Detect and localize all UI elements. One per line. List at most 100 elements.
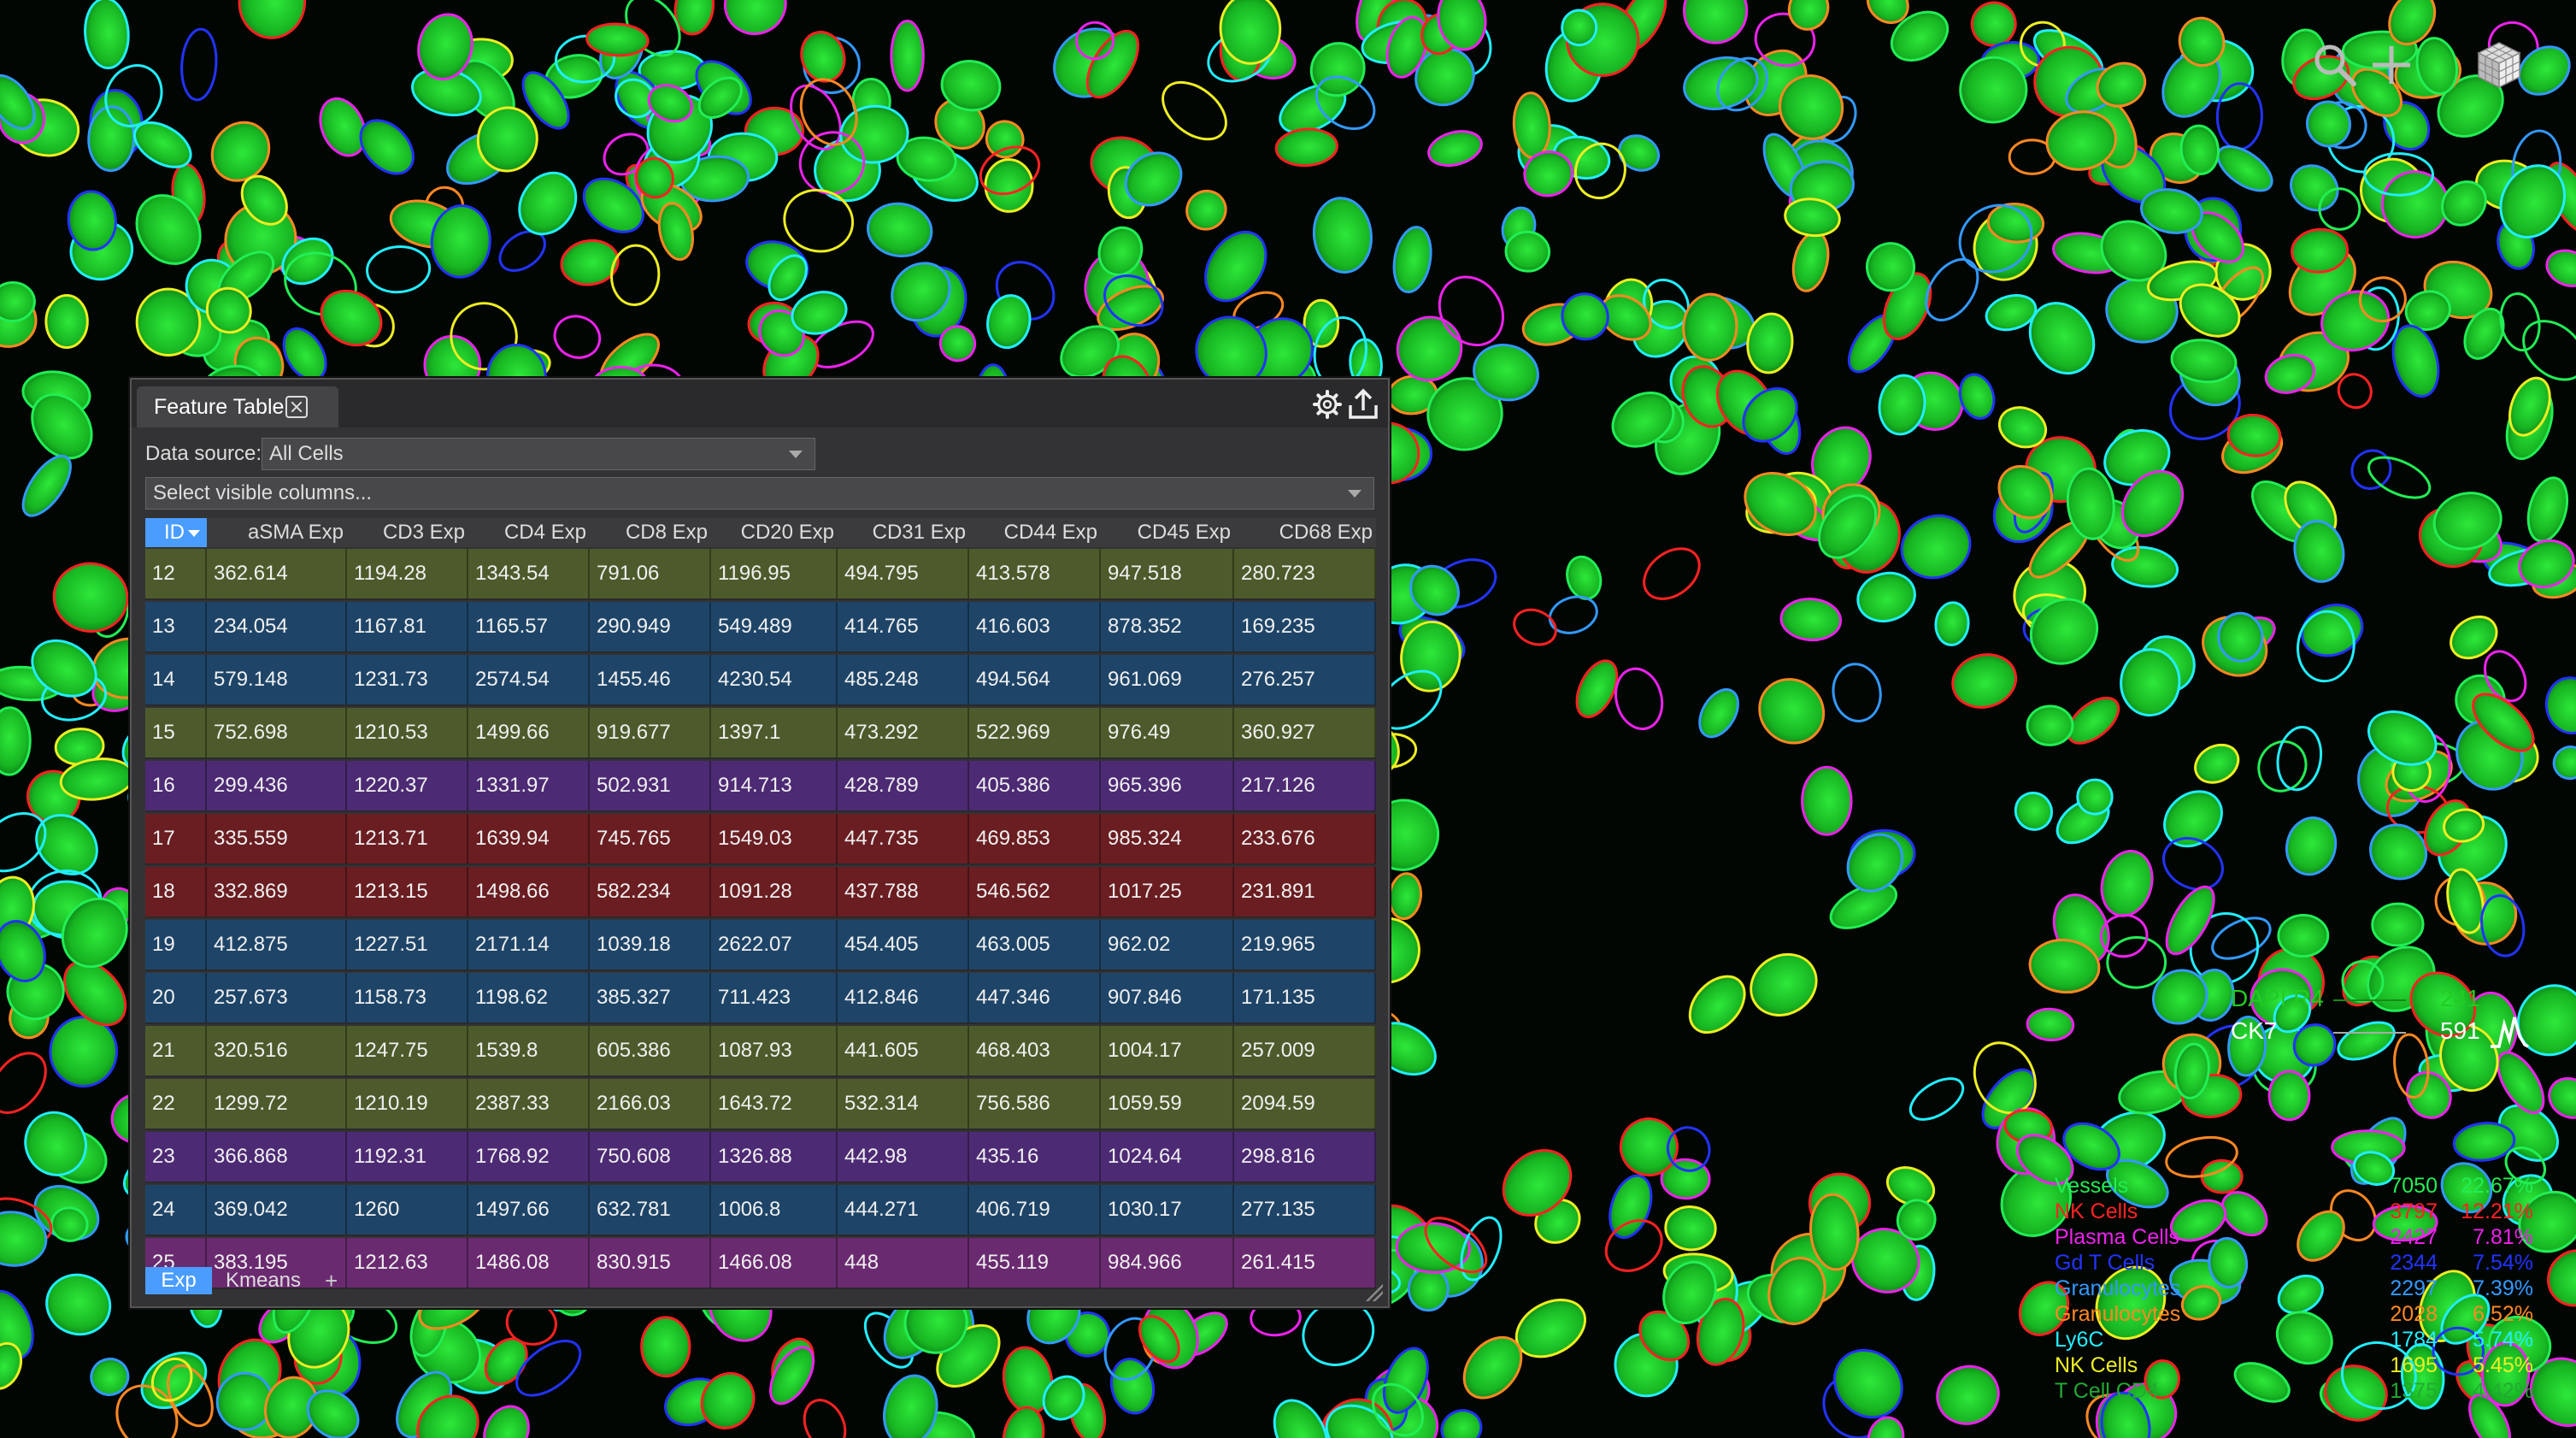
class-legend-row[interactable]: NK Cells 3797 12.21%	[2055, 1199, 2533, 1224]
column-header[interactable]: aSMA Exp	[207, 518, 347, 547]
cell-outline[interactable]	[1829, 660, 1885, 724]
cell-outline[interactable]	[2008, 786, 2059, 836]
cell-outline[interactable]	[179, 27, 219, 102]
table-row[interactable]: 18 332.869 1213.15 1498.66 582.234 1091.28 437…	[145, 867, 1376, 918]
cell-outline[interactable]	[0, 1043, 56, 1123]
cell-outline[interactable]	[2371, 902, 2425, 947]
cell-outline[interactable]	[983, 292, 1034, 351]
cell-outline[interactable]	[2522, 474, 2573, 545]
column-header[interactable]: CD4 Exp	[468, 518, 590, 547]
visible-columns-select[interactable]: Select visible columns...	[145, 477, 1374, 510]
cell-outline[interactable]	[1562, 552, 1606, 603]
cell-outline[interactable]	[1779, 597, 1843, 642]
column-header[interactable]: CD45 Exp	[1101, 518, 1234, 547]
cell-outline[interactable]	[1788, 229, 1833, 294]
cell-outline[interactable]	[795, 27, 850, 87]
cell-outline[interactable]	[1679, 966, 1756, 1043]
cell-outline[interactable]	[1746, 666, 1837, 756]
cell-outline[interactable]	[1801, 765, 1853, 836]
table-row[interactable]: 12 362.614 1194.28 1343.54 791.06 1196.95 494.…	[145, 549, 1376, 600]
cell-outline[interactable]	[2333, 1015, 2400, 1066]
cell-outline[interactable]	[1947, 648, 2022, 715]
cell-outline[interactable]	[2344, 443, 2398, 497]
cell-outline[interactable]	[2549, 741, 2576, 783]
cell-outline[interactable]	[2110, 544, 2180, 591]
cell-outline[interactable]	[640, 1316, 691, 1378]
cell-outline[interactable]	[2280, 812, 2342, 880]
cell-outline[interactable]	[1193, 221, 1279, 312]
cell-outline[interactable]	[83, 0, 131, 70]
cell-outline[interactable]	[1664, 1205, 1718, 1252]
class-legend-row[interactable]: Granulocytes 2297 7.39%	[2055, 1276, 2533, 1301]
cell-outline[interactable]	[1683, 0, 1749, 44]
column-header-id[interactable]: ID	[145, 518, 207, 547]
cell-outline[interactable]	[1739, 942, 1827, 1027]
cell-outline[interactable]	[2295, 597, 2370, 664]
column-header[interactable]: CD44 Exp	[969, 518, 1101, 547]
table-row[interactable]: 14 579.148 1231.73 2574.54 1455.46 4230.54 485…	[145, 655, 1376, 706]
export-icon[interactable]	[1347, 388, 1379, 425]
cell-outline[interactable]	[715, 0, 795, 44]
cell-outline[interactable]	[1387, 872, 1423, 921]
cell-outline[interactable]	[2189, 738, 2245, 790]
cell-outline[interactable]	[1892, 505, 1979, 587]
cell-outline[interactable]	[2361, 815, 2437, 889]
table-row[interactable]: 22 1299.72 1210.19 2387.33 2166.03 1643.72 532…	[145, 1079, 1376, 1130]
cell-outline[interactable]	[797, 1394, 853, 1438]
cell-outline[interactable]	[2155, 828, 2231, 899]
table-row[interactable]: 21 320.516 1247.75 1539.8 605.386 1087.93 441.…	[145, 1026, 1376, 1077]
column-header[interactable]: CD20 Exp	[711, 518, 838, 547]
class-legend-row[interactable]: T Cell CD4 1375 4.42%	[2055, 1378, 2533, 1404]
cell-outline[interactable]	[2154, 781, 2232, 857]
add-icon[interactable]	[2367, 41, 2415, 89]
histogram-icon[interactable]	[2489, 1012, 2530, 1054]
cube-icon[interactable]	[2475, 39, 2523, 91]
cell-outline[interactable]	[2076, 778, 2114, 816]
cell-outline[interactable]	[1597, 1211, 1671, 1282]
cell-outline[interactable]	[2277, 913, 2330, 958]
cell-outline[interactable]	[2026, 1007, 2075, 1042]
cell-outline[interactable]	[1929, 1358, 2006, 1432]
cell-outline[interactable]	[585, 22, 650, 57]
sort-desc-icon[interactable]	[188, 530, 200, 537]
class-legend-row[interactable]: Granulocytes 2028 6.52%	[2055, 1301, 2533, 1327]
cell-outline[interactable]	[1407, 1266, 1450, 1312]
class-legend-row[interactable]: Gd T Cells 2344 7.54%	[2055, 1250, 2533, 1276]
table-row[interactable]: 24 369.042 1260 1497.66 632.781 1006.8 444.271…	[145, 1185, 1376, 1236]
cell-outline[interactable]	[864, 199, 935, 261]
table-row[interactable]: 15 752.698 1210.53 1499.66 919.677 1397.1 473.…	[145, 708, 1376, 759]
cell-outline[interactable]	[15, 449, 79, 523]
cell-outline[interactable]	[1609, 663, 1668, 734]
table-row[interactable]: 23 366.868 1192.31 1768.92 750.608 1326.88 442…	[145, 1132, 1376, 1183]
table-row[interactable]: 16 299.436 1220.37 1331.97 502.931 914.713 428…	[145, 761, 1376, 812]
cell-outline[interactable]	[2094, 846, 2159, 922]
gear-icon[interactable]	[1313, 390, 1342, 423]
class-legend-row[interactable]: Plasma Cells 2427 7.81%	[2055, 1224, 2533, 1250]
cell-outline[interactable]	[476, 1399, 537, 1438]
cell-outline[interactable]	[237, 0, 308, 40]
table-row[interactable]: 17 335.559 1213.71 1639.94 745.765 1549.03 447…	[145, 814, 1376, 865]
cell-outline[interactable]	[50, 559, 132, 635]
cell-outline[interactable]	[1681, 292, 1738, 362]
cell-outline[interactable]	[2543, 1071, 2576, 1125]
data-source-select[interactable]: All Cells	[262, 438, 815, 470]
cell-outline[interactable]	[1274, 127, 1338, 168]
cell-outline[interactable]	[1390, 224, 1436, 295]
class-legend-row[interactable]: Ly6C 1784 5.74%	[2055, 1327, 2533, 1353]
cell-outline[interactable]	[2443, 609, 2504, 667]
resize-handle[interactable]	[1366, 1284, 1383, 1301]
zoom-icon[interactable]	[2311, 41, 2359, 89]
cell-outline[interactable]	[2363, 449, 2436, 505]
cell-outline[interactable]	[2543, 675, 2576, 737]
column-header[interactable]: CD68 Exp	[1234, 518, 1376, 547]
cell-outline[interactable]	[1852, 566, 1921, 628]
cell-outline[interactable]	[2267, 1070, 2311, 1122]
tab-exp[interactable]: Exp	[145, 1267, 212, 1294]
table-row[interactable]: 20 257.673 1158.73 1198.62 385.327 711.423 412…	[145, 973, 1376, 1024]
cell-outline[interactable]	[1784, 0, 1834, 34]
column-header[interactable]: CD3 Exp	[347, 518, 468, 547]
tab-kmeans[interactable]: Kmeans	[217, 1267, 309, 1294]
feature-table-panel[interactable]: Feature Table Data source: All Cells Sel…	[130, 378, 1390, 1308]
cell-outline[interactable]	[2026, 704, 2074, 746]
cell-outline[interactable]	[1425, 126, 1485, 171]
